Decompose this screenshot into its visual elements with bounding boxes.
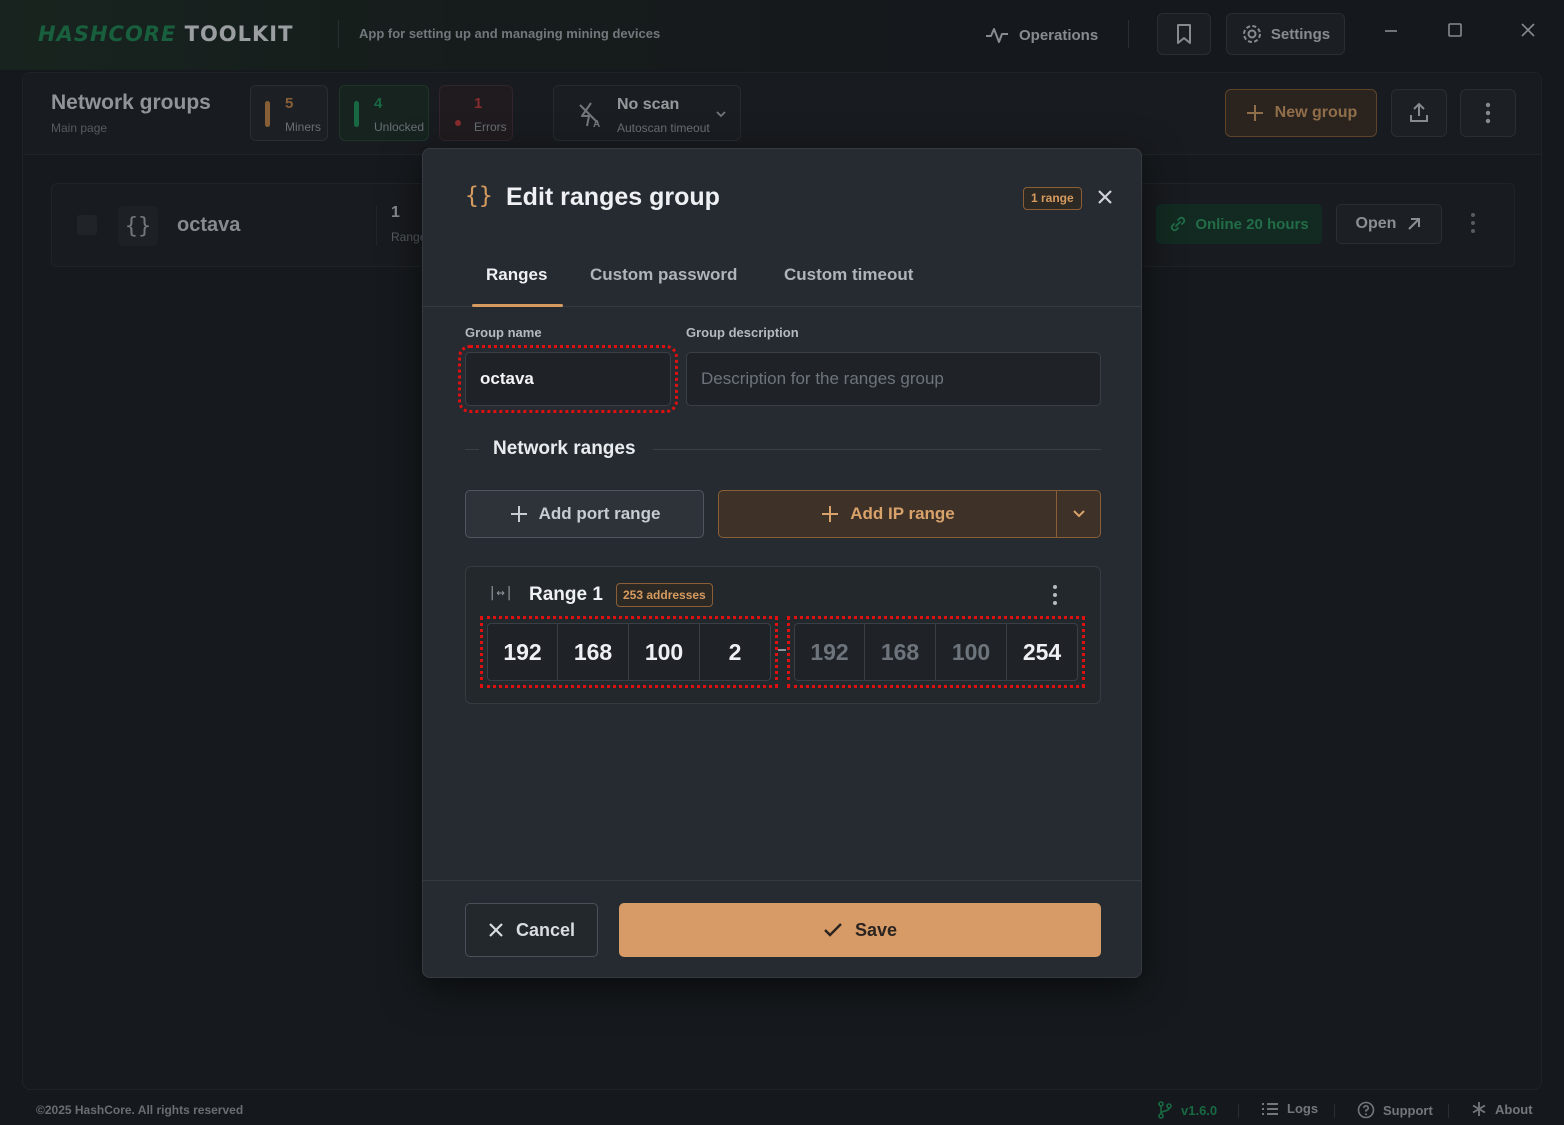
network-ranges-heading: Network ranges — [465, 438, 1101, 462]
save-button[interactable]: Save — [619, 903, 1101, 957]
dialog-title: Edit ranges group — [506, 183, 720, 211]
tab-custom-password[interactable]: Custom password — [590, 265, 737, 285]
start-octet-1[interactable]: 192 — [487, 623, 558, 681]
range-separator — [778, 649, 786, 651]
end-octet-4[interactable]: 254 — [1007, 623, 1078, 681]
range-kebab-icon[interactable] — [1052, 584, 1058, 606]
group-name-label: Group name — [465, 325, 542, 340]
addresses-badge: 253 addresses — [616, 583, 713, 607]
end-octet-3[interactable]: 100 — [936, 623, 1007, 681]
section-title: Network ranges — [493, 438, 636, 459]
divider — [653, 449, 1101, 450]
add-port-range-button[interactable]: Add port range — [465, 490, 704, 538]
plus-icon — [822, 506, 839, 522]
edit-ranges-dialog: {} Edit ranges group 1 range Ranges Cust… — [422, 148, 1142, 978]
range-start-ip: 192 168 100 2 — [480, 616, 778, 688]
add-port-range-label: Add port range — [538, 504, 661, 523]
range-count-badge: 1 range — [1023, 187, 1082, 210]
close-icon — [489, 923, 503, 937]
add-ip-range-dropdown[interactable] — [1056, 490, 1101, 538]
range-card: |↔| Range 1 253 addresses 192 168 100 2 … — [465, 566, 1101, 704]
active-tab-indicator — [472, 304, 563, 307]
cancel-button[interactable]: Cancel — [465, 903, 598, 957]
start-octet-2[interactable]: 168 — [558, 623, 629, 681]
close-dialog-button[interactable] — [1093, 185, 1117, 209]
divider — [465, 449, 479, 450]
divider — [423, 880, 1141, 881]
group-description-label: Group description — [686, 325, 799, 340]
add-ip-range-button[interactable]: Add IP range — [718, 490, 1057, 538]
close-icon — [1098, 190, 1112, 204]
chevron-down-icon — [1072, 510, 1085, 518]
range-title: Range 1 — [529, 584, 603, 605]
group-name-field[interactable]: octava — [458, 345, 678, 413]
braces-icon: {} — [465, 183, 493, 209]
group-description-field[interactable]: Description for the ranges group — [686, 352, 1101, 406]
check-icon — [824, 923, 842, 937]
save-label: Save — [854, 919, 898, 940]
start-octet-3[interactable]: 100 — [629, 623, 700, 681]
end-octet-2[interactable]: 168 — [865, 623, 936, 681]
dialog-tabs: Ranges Custom password Custom timeout — [423, 253, 1141, 307]
tab-ranges[interactable]: Ranges — [486, 265, 547, 285]
range-width-icon: |↔| — [488, 585, 514, 601]
cancel-label: Cancel — [515, 919, 576, 940]
range-end-ip: 192 168 100 254 — [787, 616, 1085, 688]
end-octet-1[interactable]: 192 — [794, 623, 865, 681]
start-octet-4[interactable]: 2 — [700, 623, 771, 681]
tab-custom-timeout[interactable]: Custom timeout — [784, 265, 913, 285]
plus-icon — [510, 506, 527, 522]
add-ip-range-label: Add IP range — [850, 504, 955, 523]
